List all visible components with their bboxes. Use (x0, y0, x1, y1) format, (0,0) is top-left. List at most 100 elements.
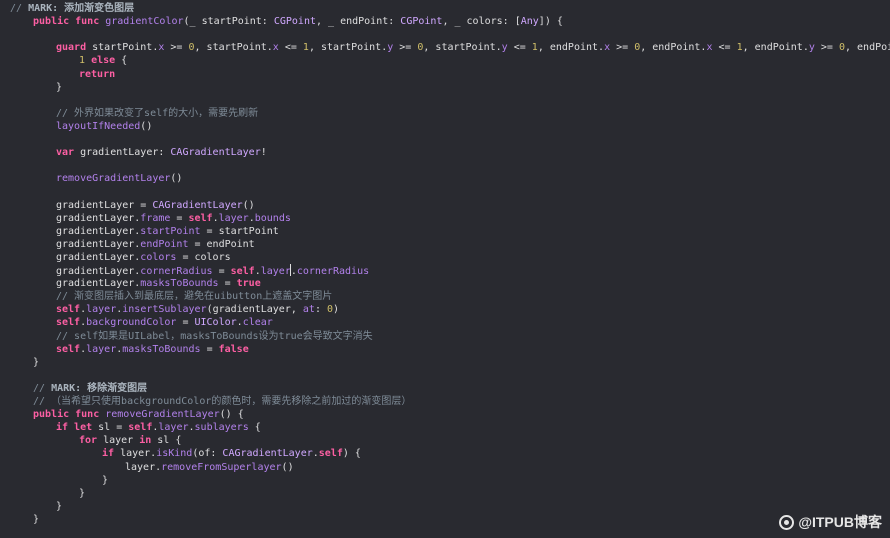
code-token: self (318, 448, 343, 460)
code-token: removeGradientLayer (56, 173, 171, 185)
code-token: removeGradientLayer (105, 409, 220, 421)
code-token: () { (219, 409, 244, 421)
code-line[interactable]: // self如果是UILabel，masksToBounds设为true会导致… (56, 330, 373, 343)
code-token: >= (610, 42, 635, 54)
code-token: UIColor (194, 317, 237, 329)
code-line[interactable]: } (102, 474, 108, 487)
code-token: self (230, 266, 255, 277)
code-token: Any (520, 16, 539, 28)
code-line[interactable]: var gradientLayer: CAGradientLayer! (56, 146, 267, 159)
code-token: = (176, 317, 195, 329)
code-line[interactable]: // 外界如果改变了self的大小，需要先刷新 (56, 107, 258, 120)
code-line[interactable]: layoutIfNeeded() (56, 120, 152, 133)
code-line[interactable]: // （当希望只使用backgroundColor的颜色时，需要先移除之前加过的… (33, 395, 411, 408)
code-line[interactable]: if let sl = self.layer.sublayers { (56, 421, 261, 434)
code-line[interactable]: guard startPoint.x >= 0, startPoint.x <=… (56, 41, 890, 54)
code-token: self (56, 304, 81, 316)
code-line[interactable]: gradientLayer.startPoint = startPoint (56, 225, 279, 238)
code-line[interactable]: self.layer.masksToBounds = false (56, 343, 249, 356)
code-token: self (128, 422, 153, 434)
code-token: layer (86, 343, 117, 355)
code-token: ]) { (538, 16, 563, 28)
code-token: } (56, 500, 63, 512)
code-token: (gradientLayer, (206, 304, 303, 316)
code-line[interactable]: gradientLayer.cornerRadius = self.layer.… (56, 264, 369, 277)
code-line[interactable]: } (56, 500, 62, 513)
code-line[interactable]: gradientLayer = CAGradientLayer() (56, 199, 255, 212)
code-token: startPoint. (92, 42, 159, 54)
code-token: >= (814, 42, 839, 54)
code-token: : (314, 304, 327, 316)
code-token: } (102, 474, 109, 486)
code-token: else (91, 55, 116, 67)
code-token: = (212, 266, 231, 277)
code-token: layer (103, 435, 140, 447)
code-token: self (56, 317, 81, 329)
code-token: self (188, 212, 213, 224)
code-token: sl { (157, 435, 182, 447)
code-token: at (302, 304, 315, 316)
code-line[interactable]: self.layer.insertSublayer(gradientLayer,… (56, 303, 339, 316)
code-token: , endPoint. (742, 42, 809, 54)
code-token: , endPoint. (537, 42, 605, 54)
code-line[interactable]: removeGradientLayer() (56, 172, 182, 185)
code-token: self (56, 343, 81, 355)
code-token: sl = (98, 422, 129, 434)
code-line[interactable]: 1 else { (79, 54, 127, 67)
code-line[interactable]: public func removeGradientLayer() { (33, 408, 244, 421)
code-token: // 渐变图层插入到最底层，避免在uibutton上遮盖文字图片 (56, 291, 333, 303)
code-line[interactable]: return (79, 68, 115, 81)
code-token: masksToBounds (122, 343, 201, 355)
code-token: public func (33, 16, 106, 28)
code-line[interactable]: } (56, 81, 62, 94)
code-token: gradientLayer: (80, 147, 171, 159)
code-token: { (248, 422, 261, 434)
code-token: = (170, 212, 189, 224)
code-token: endPoint (140, 238, 189, 250)
code-token: clear (242, 317, 273, 329)
code-line[interactable]: gradientLayer.colors = colors (56, 251, 231, 264)
code-token: , startPoint. (194, 42, 273, 54)
code-line[interactable]: // MARK: 添加渐变色图层 (10, 2, 134, 15)
code-line[interactable]: gradientLayer.masksToBounds = true (56, 277, 261, 290)
code-token: { (115, 55, 128, 67)
code-line[interactable]: for layer in sl { (79, 434, 181, 447)
code-token: layer (260, 266, 291, 277)
code-line[interactable]: if layer.isKind(of: CAGradientLayer.self… (102, 447, 361, 460)
code-line[interactable]: } (79, 487, 85, 500)
code-line[interactable]: // MARK: 移除渐变图层 (33, 382, 147, 395)
code-line[interactable]: } (33, 513, 39, 526)
code-token: layer (158, 422, 189, 434)
code-line[interactable]: public func gradientColor(_ startPoint: … (33, 15, 563, 28)
code-token: // (10, 3, 29, 14)
code-token: MARK: 移除渐变图层 (51, 382, 148, 394)
code-token: layer. (120, 448, 157, 460)
code-token: frame (140, 212, 171, 224)
code-line[interactable]: gradientLayer.endPoint = endPoint (56, 238, 255, 251)
code-token: cornerRadius (140, 266, 213, 277)
code-line[interactable]: // 渐变图层插入到最底层，避免在uibutton上遮盖文字图片 (56, 290, 332, 303)
code-token: >= (164, 42, 189, 54)
code-line[interactable]: gradientLayer.frame = self.layer.bounds (56, 212, 291, 225)
code-editor[interactable]: // MARK: 添加渐变色图层 public func gradientColo… (0, 0, 890, 538)
code-token: colors (140, 251, 177, 263)
code-token: layer. (125, 461, 162, 473)
code-token: backgroundColor (86, 317, 177, 329)
code-token: MARK: 添加渐变色图层 (28, 3, 135, 14)
code-token: gradientLayer. (56, 266, 141, 277)
code-token: ) { (342, 448, 361, 460)
code-token: public func (33, 409, 106, 421)
code-token: removeFromSuperlayer (161, 461, 282, 473)
code-line[interactable]: } (33, 356, 39, 369)
code-token: () (140, 120, 153, 132)
code-line[interactable]: self.backgroundColor = UIColor.clear (56, 316, 273, 329)
code-token: ) (333, 304, 340, 316)
code-token: // (33, 382, 52, 394)
code-token: (of: (192, 448, 223, 460)
code-line[interactable]: layer.removeFromSuperlayer() (125, 461, 294, 474)
code-token: = (200, 343, 219, 355)
code-token: insertSublayer (122, 304, 207, 316)
code-token: true (236, 278, 261, 290)
code-token: guard (56, 42, 93, 54)
code-token: CGPoint (400, 16, 443, 28)
